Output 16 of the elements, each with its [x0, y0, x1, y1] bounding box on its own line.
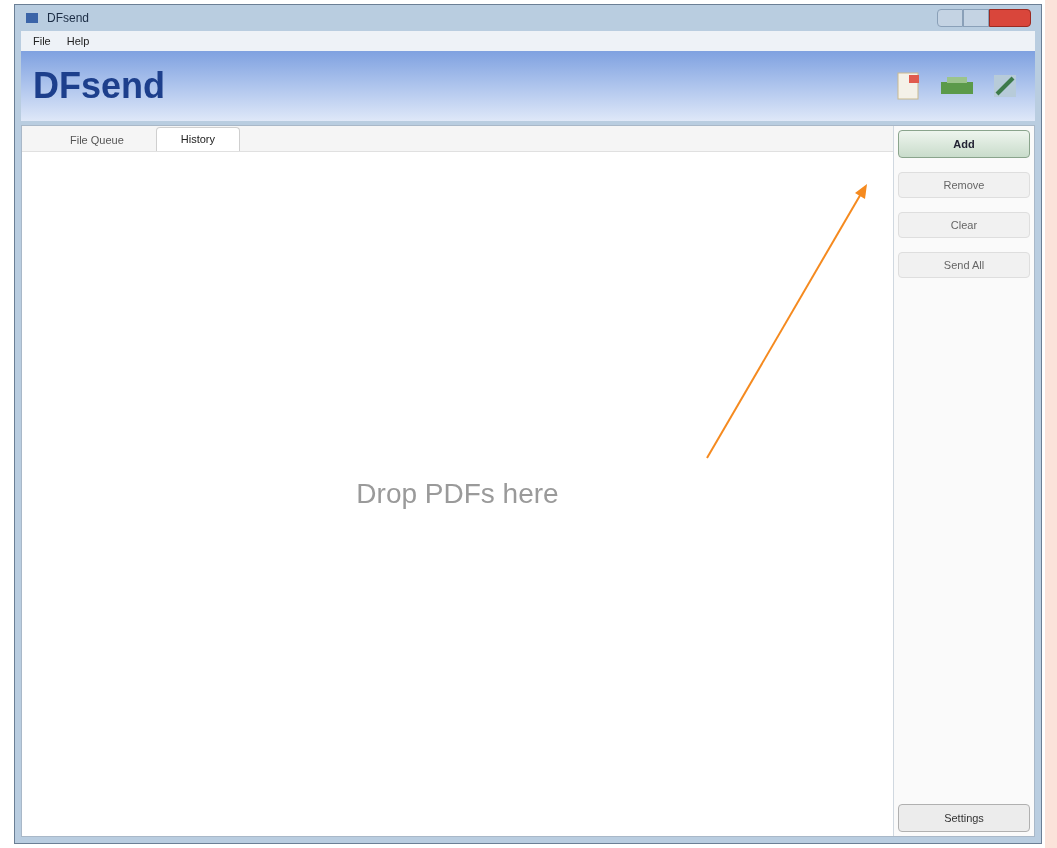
drop-hint: Drop PDFs here	[356, 477, 559, 511]
tool-icon[interactable]	[991, 72, 1019, 100]
app-logo: DFsend	[33, 64, 165, 108]
maximize-button[interactable]	[963, 9, 989, 27]
tab[interactable]: History	[155, 127, 241, 151]
close-button[interactable]	[989, 9, 1031, 27]
menu-item[interactable]: Help	[66, 32, 90, 50]
minimize-button[interactable]	[937, 9, 963, 27]
sidebar-button[interactable]: Send All	[898, 252, 1030, 278]
sidebar-button[interactable]: Remove	[898, 172, 1030, 198]
settings-button[interactable]: Settings	[898, 804, 1030, 832]
add-button[interactable]: Add	[898, 130, 1030, 158]
menu-item[interactable]: File	[33, 32, 51, 50]
window-title: DFsend	[47, 10, 90, 27]
app-icon	[25, 11, 39, 25]
sidebar-button[interactable]: Clear	[898, 212, 1030, 238]
